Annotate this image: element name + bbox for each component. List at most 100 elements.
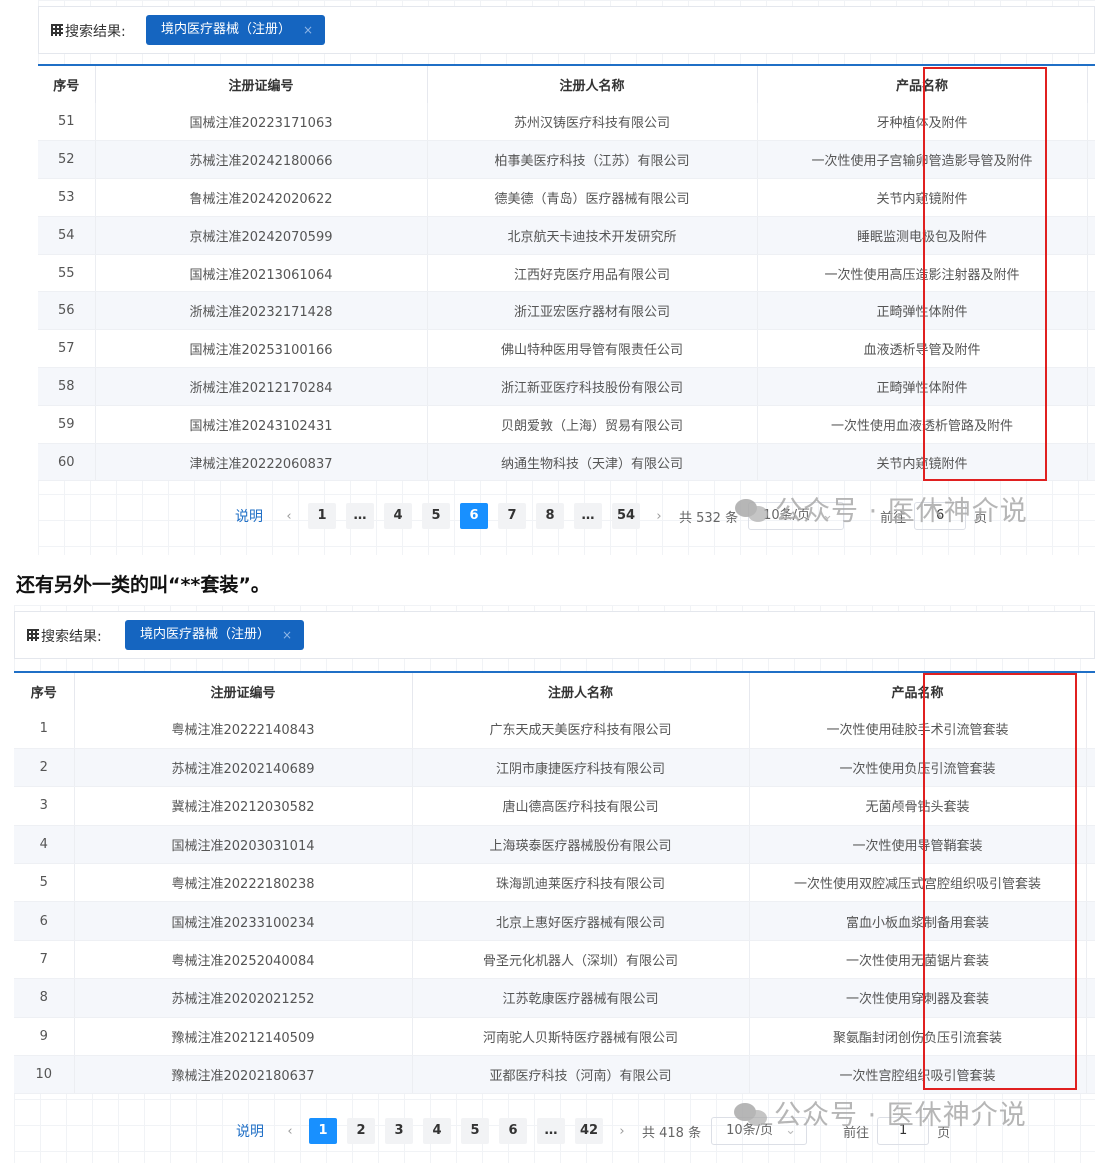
cell-cert-no: 国械注准20243102431 [95, 405, 428, 444]
cell-index: 55 [38, 254, 96, 293]
column-header-extra [1086, 671, 1095, 710]
cell-index: 56 [38, 291, 96, 331]
cell-index: 7 [14, 940, 75, 980]
page-button[interactable]: 2 [347, 1118, 375, 1144]
watermark: 公众号 · 医休神介说 [734, 1093, 1027, 1132]
search-result-label: 搜索结果: [41, 629, 102, 645]
cell-registrant: 苏州汉铸医疗科技有限公司 [427, 103, 758, 142]
cell-extra [1087, 254, 1095, 293]
page-button[interactable]: 5 [422, 503, 450, 529]
cell-registrant: 浙江新亚医疗科技股份有限公司 [427, 367, 758, 406]
cell-cert-no: 粤械注准20222180238 [74, 863, 413, 903]
highlight-box [923, 67, 1047, 481]
cell-index: 4 [14, 825, 75, 865]
page-button[interactable]: 4 [423, 1118, 451, 1144]
page-button[interactable]: 3 [385, 1118, 413, 1144]
help-link[interactable]: 说明 [235, 506, 263, 526]
search-result-bar: 搜索结果: 境内医疗器械（注册） × [38, 6, 1095, 54]
page-list: 1 2 3 4 5 6 … 42 [304, 1118, 608, 1144]
page-button[interactable]: 5 [461, 1118, 489, 1144]
cell-index: 59 [38, 405, 96, 444]
next-page-button[interactable]: › [645, 509, 673, 524]
wechat-icon [734, 1101, 768, 1127]
filter-tag-label: 境内医疗器械（注册） [140, 627, 271, 642]
cell-cert-no: 苏械注准20242180066 [95, 140, 428, 180]
prev-page-button[interactable]: ‹ [275, 509, 303, 524]
page-button[interactable]: 7 [498, 503, 526, 529]
close-icon[interactable]: × [303, 15, 313, 45]
cell-index: 57 [38, 329, 96, 369]
page-list: 1 … 4 5 6 7 8 … 54 [303, 503, 645, 529]
cell-cert-no: 苏械注准20202021252 [74, 978, 413, 1018]
page-button[interactable]: 54 [612, 503, 640, 529]
page-ellipsis[interactable]: … [346, 503, 374, 529]
column-header-cert-no[interactable]: 注册证编号 [74, 671, 413, 710]
help-link[interactable]: 说明 [236, 1121, 264, 1141]
cell-extra [1087, 405, 1095, 444]
cell-extra [1086, 1017, 1095, 1057]
cell-registrant: 北京上惠好医疗器械有限公司 [412, 901, 750, 941]
cell-cert-no: 粤械注准20222140843 [74, 710, 413, 749]
cell-extra [1086, 1055, 1095, 1095]
cell-index: 54 [38, 216, 96, 255]
cell-cert-no: 国械注准20253100166 [95, 329, 428, 369]
cell-extra [1087, 443, 1095, 482]
filter-tag[interactable]: 境内医疗器械（注册） × [146, 15, 326, 45]
column-header-index[interactable]: 序号 [14, 671, 75, 710]
cell-cert-no: 国械注准20233100234 [74, 901, 413, 941]
cell-index: 8 [14, 978, 75, 1018]
next-page-button[interactable]: › [608, 1124, 636, 1139]
cell-extra [1087, 367, 1095, 406]
page-button[interactable]: 1 [308, 503, 336, 529]
cell-cert-no: 豫械注准20212140509 [74, 1017, 413, 1057]
column-header-cert-no[interactable]: 注册证编号 [95, 64, 428, 103]
cell-registrant: 江苏乾康医疗器械有限公司 [412, 978, 750, 1018]
page-button[interactable]: 6 [499, 1118, 527, 1144]
caption-text: 还有另外一类的叫“**套装”。 [16, 574, 270, 596]
cell-extra [1087, 103, 1095, 142]
page-button[interactable]: 6 [460, 503, 488, 529]
cell-extra [1087, 216, 1095, 255]
grid-icon [27, 629, 39, 641]
search-result-bar: 搜索结果: 境内医疗器械（注册） × [14, 611, 1095, 659]
cell-registrant: 柏事美医疗科技（江苏）有限公司 [427, 140, 758, 180]
column-header-registrant[interactable]: 注册人名称 [412, 671, 750, 710]
cell-index: 52 [38, 140, 96, 180]
cell-cert-no: 国械注准20213061064 [95, 254, 428, 293]
column-header-extra [1087, 64, 1095, 103]
cell-registrant: 骨圣元化机器人（深圳）有限公司 [412, 940, 750, 980]
column-header-index[interactable]: 序号 [38, 64, 96, 103]
page-ellipsis[interactable]: … [537, 1118, 565, 1144]
cell-index: 53 [38, 178, 96, 217]
cell-cert-no: 豫械注准20202180637 [74, 1055, 413, 1095]
cell-extra [1086, 786, 1095, 826]
cell-extra [1087, 140, 1095, 180]
cell-extra [1086, 748, 1095, 788]
cell-cert-no: 冀械注准20212030582 [74, 786, 413, 826]
cell-registrant: 上海瑛泰医疗器械股份有限公司 [412, 825, 750, 865]
filter-tag[interactable]: 境内医疗器械（注册） × [125, 620, 305, 650]
page-button[interactable]: 8 [536, 503, 564, 529]
column-header-registrant[interactable]: 注册人名称 [427, 64, 758, 103]
page-button[interactable]: 1 [309, 1118, 337, 1144]
page-button[interactable]: 42 [575, 1118, 603, 1144]
page-ellipsis[interactable]: … [574, 503, 602, 529]
grid-icon [51, 24, 63, 36]
cell-index: 58 [38, 367, 96, 406]
close-icon[interactable]: × [282, 620, 292, 650]
cell-cert-no: 国械注准20203031014 [74, 825, 413, 865]
prev-page-button[interactable]: ‹ [276, 1124, 304, 1139]
cell-extra [1086, 710, 1095, 749]
highlight-box [923, 673, 1077, 1090]
cell-registrant: 贝朗爱敦（上海）贸易有限公司 [427, 405, 758, 444]
cell-index: 9 [14, 1017, 75, 1057]
cell-cert-no: 粤械注准20252040084 [74, 940, 413, 980]
cell-cert-no: 国械注准20223171063 [95, 103, 428, 142]
filter-tag-label: 境内医疗器械（注册） [161, 22, 292, 37]
cell-cert-no: 苏械注准20202140689 [74, 748, 413, 788]
page-button[interactable]: 4 [384, 503, 412, 529]
total-count: 共 532 条 [679, 510, 739, 526]
search-result-label: 搜索结果: [65, 24, 126, 40]
cell-registrant: 江阴市康捷医疗科技有限公司 [412, 748, 750, 788]
cell-cert-no: 浙械注准20212170284 [95, 367, 428, 406]
